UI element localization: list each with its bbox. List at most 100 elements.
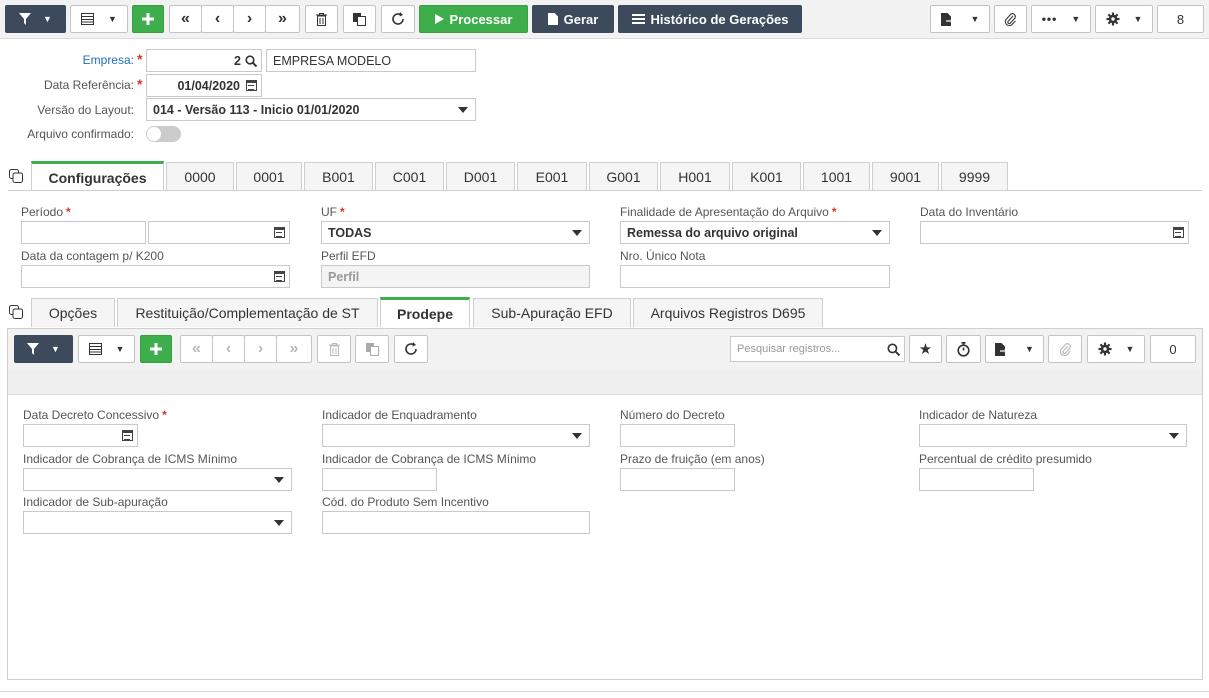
- first-record-button[interactable]: «: [169, 5, 202, 33]
- required-marker: *: [137, 51, 143, 67]
- subtab-prodepe[interactable]: Prodepe: [380, 297, 470, 327]
- versao-layout-value: 014 - Versão 113 - Inicio 01/01/2020: [153, 102, 360, 117]
- uf-select[interactable]: TODAS: [321, 221, 590, 244]
- data-inventario-input[interactable]: [920, 221, 1189, 244]
- trash-icon: [328, 342, 340, 356]
- arquivo-confirmado-toggle[interactable]: [146, 126, 181, 142]
- subtab-restituicao-complementacao-st[interactable]: Restituição/Complementação de ST: [117, 298, 378, 327]
- sub-first-record-button[interactable]: «: [180, 335, 213, 363]
- tab-registro-1[interactable]: 0000: [166, 162, 234, 191]
- calendar-icon[interactable]: [122, 430, 133, 441]
- expand-panel-icon[interactable]: [9, 305, 23, 319]
- tab-registro-11[interactable]: 9001: [872, 162, 939, 191]
- sub-record-count-badge: 0: [1150, 335, 1196, 363]
- sub-add-button[interactable]: [140, 335, 172, 363]
- prazo-fruicao-input[interactable]: [620, 468, 735, 491]
- tab-registro-4[interactable]: C001: [375, 162, 444, 191]
- processar-button[interactable]: Processar: [419, 5, 528, 33]
- tab-registro-2[interactable]: 0001: [236, 162, 302, 191]
- export-dropdown-button[interactable]: ▼: [930, 5, 990, 33]
- historico-geracoes-button[interactable]: Histórico de Gerações: [618, 5, 802, 33]
- indicador-subapuracao-select[interactable]: [23, 511, 292, 534]
- sub-delete-button[interactable]: [317, 335, 351, 363]
- play-icon: [434, 14, 444, 24]
- data-referencia-input[interactable]: 01/04/2020: [146, 74, 262, 97]
- filter-dropdown-button[interactable]: ▼: [5, 5, 66, 33]
- search-records-input[interactable]: Pesquisar registros...: [730, 336, 905, 362]
- finalidade-select[interactable]: Remessa do arquivo original: [620, 221, 890, 244]
- search-icon[interactable]: [245, 55, 257, 67]
- calendar-icon[interactable]: [274, 227, 285, 238]
- periodo-inicio-input[interactable]: [21, 221, 146, 244]
- chevron-down-icon: ▼: [1133, 14, 1143, 24]
- finalidade-value: Remessa do arquivo original: [627, 225, 798, 240]
- export-file-icon: [940, 12, 953, 26]
- tab-registro-12[interactable]: 9999: [941, 162, 1008, 191]
- subtab-arquivos-registros-d695[interactable]: Arquivos Registros D695: [633, 298, 823, 327]
- more-options-dropdown-button[interactable]: ••• ▼: [1031, 5, 1091, 33]
- calendar-icon[interactable]: [274, 271, 285, 282]
- add-button[interactable]: [132, 5, 164, 33]
- data-contagem-input[interactable]: [21, 265, 290, 288]
- periodo-fim-input[interactable]: [148, 221, 290, 244]
- periodo-label: Período *: [21, 205, 71, 219]
- sub-previous-record-button[interactable]: ‹: [212, 335, 245, 363]
- sub-grid-view-dropdown-button[interactable]: ▼: [78, 335, 135, 363]
- chevron-down-icon: ▼: [1125, 344, 1135, 354]
- sub-export-dropdown-button[interactable]: ▼: [985, 335, 1044, 363]
- timer-button[interactable]: [946, 335, 981, 363]
- tab-registro-3[interactable]: B001: [304, 162, 373, 191]
- chevron-down-icon: ▼: [108, 14, 117, 24]
- tab-registro-6[interactable]: E001: [517, 162, 587, 191]
- subtab-opcoes[interactable]: Opções: [31, 298, 115, 327]
- tab-registro-8[interactable]: H001: [660, 162, 730, 191]
- indicador-natureza-select[interactable]: [919, 424, 1187, 447]
- data-decreto-input[interactable]: [23, 424, 138, 447]
- sub-attachment-button[interactable]: [1048, 335, 1082, 363]
- gerar-button[interactable]: Gerar: [532, 5, 614, 33]
- sub-copy-button[interactable]: [355, 335, 389, 363]
- tab-registro-7[interactable]: G001: [589, 162, 658, 191]
- tab-registro-5[interactable]: D001: [446, 162, 515, 191]
- settings-dropdown-button[interactable]: ▼: [1095, 5, 1153, 33]
- search-icon[interactable]: [887, 343, 900, 356]
- delete-button[interactable]: [305, 5, 338, 33]
- ellipsis-icon: •••: [1041, 12, 1058, 26]
- gerar-label: Gerar: [563, 11, 599, 27]
- indicador-enquadramento-select[interactable]: [322, 424, 590, 447]
- sub-next-record-button[interactable]: ›: [244, 335, 277, 363]
- tab-registro-10[interactable]: 1001: [803, 162, 870, 191]
- sub-refresh-button[interactable]: [394, 335, 428, 363]
- versao-layout-select[interactable]: 014 - Versão 113 - Inicio 01/01/2020: [146, 98, 476, 121]
- previous-record-button[interactable]: ‹: [201, 5, 234, 33]
- copy-button[interactable]: [343, 5, 376, 33]
- last-record-button[interactable]: »: [265, 5, 300, 33]
- tab-configuracoes[interactable]: Configurações: [31, 161, 164, 191]
- numero-decreto-input[interactable]: [620, 424, 735, 447]
- refresh-button[interactable]: [381, 5, 415, 33]
- indicador-cobranca-icms-2-input[interactable]: [322, 468, 437, 491]
- sub-settings-dropdown-button[interactable]: ▼: [1087, 335, 1145, 363]
- cod-produto-input[interactable]: [322, 511, 590, 534]
- tab-registro-9[interactable]: K001: [732, 162, 801, 191]
- favorite-button[interactable]: ★: [909, 335, 942, 363]
- attachment-button[interactable]: [994, 5, 1027, 33]
- calendar-icon[interactable]: [1173, 227, 1184, 238]
- indicador-cobranca-icms-select[interactable]: [23, 468, 292, 491]
- expand-panel-icon[interactable]: [9, 169, 23, 183]
- chevron-down-icon: [274, 520, 284, 526]
- uf-label: UF *: [321, 205, 345, 219]
- subtab-sub-apuracao-efd[interactable]: Sub-Apuração EFD: [473, 298, 631, 327]
- calendar-icon[interactable]: [246, 80, 257, 91]
- filter-icon: [27, 343, 40, 355]
- grid-view-dropdown-button[interactable]: ▼: [70, 5, 128, 33]
- sub-last-record-button[interactable]: »: [276, 335, 312, 363]
- percentual-credito-input[interactable]: [919, 468, 1034, 491]
- next-record-button[interactable]: ›: [233, 5, 266, 33]
- empresa-code-input[interactable]: 2: [146, 49, 262, 72]
- plus-icon: [141, 12, 155, 26]
- sub-filter-dropdown-button[interactable]: ▼: [14, 335, 73, 363]
- double-chevron-right-icon: »: [278, 10, 287, 27]
- nro-unico-nota-input[interactable]: [620, 265, 890, 288]
- perfil-efd-input[interactable]: Perfil: [321, 265, 590, 288]
